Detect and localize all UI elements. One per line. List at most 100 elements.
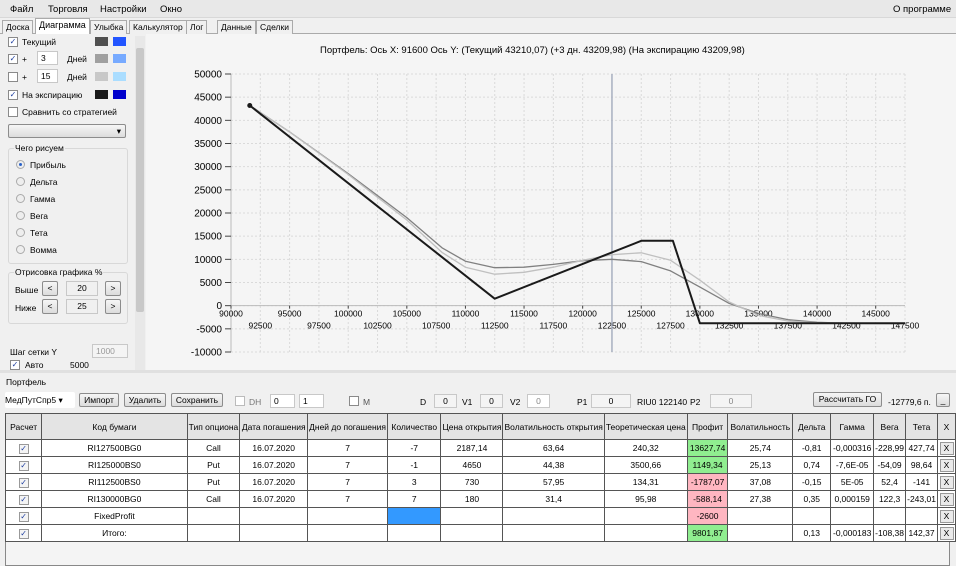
cell-vol[interactable]: 27,38	[727, 490, 794, 508]
cell-theta[interactable]: -243,01	[905, 490, 939, 508]
cell-theta[interactable]: 98,64	[905, 456, 939, 474]
cell-type[interactable]	[186, 507, 241, 525]
cell-vega[interactable]: -228,99	[873, 439, 907, 457]
cell-gamma[interactable]	[830, 507, 875, 525]
dh-checkbox[interactable]	[235, 396, 245, 406]
cell-code[interactable]: FixedProfit	[41, 507, 188, 525]
cell-code[interactable]: RI130000BG0	[41, 490, 188, 508]
cell-theo[interactable]: 240,32	[603, 439, 688, 457]
theo-header[interactable]: Теоретическая цена	[603, 413, 688, 440]
row-calc-checkbox[interactable]: ✓	[18, 477, 29, 488]
cell-theta[interactable]	[905, 507, 939, 525]
row-delete-button[interactable]: X	[939, 475, 954, 489]
cell-days[interactable]: 7	[307, 456, 389, 474]
cell-vol[interactable]: 25,13	[727, 456, 794, 474]
row-calc-checkbox[interactable]: ✓	[18, 511, 29, 522]
delete-button[interactable]: Удалить	[124, 393, 166, 407]
cell-vega[interactable]: 122,3	[873, 490, 907, 508]
cell-gamma[interactable]: -7,6E-05	[830, 456, 875, 474]
cell-profit[interactable]: 13627,74	[686, 439, 729, 457]
cell-vol_open[interactable]: 63,64	[502, 439, 605, 457]
cell-qty[interactable]: -1	[387, 456, 442, 474]
splitter[interactable]	[0, 370, 956, 373]
calc-go-button[interactable]: Рассчитать ГО	[813, 392, 882, 407]
delta-header[interactable]: Дельта	[792, 413, 832, 440]
cell-theta[interactable]: -141	[905, 473, 939, 491]
gamma-header[interactable]: Гамма	[830, 413, 875, 440]
strategy-select[interactable]: МедПутСпр5 ▾	[5, 392, 75, 408]
cell-vega[interactable]: 52,4	[873, 473, 907, 491]
cell-days[interactable]: 7	[307, 490, 389, 508]
row-calc-checkbox[interactable]: ✓	[18, 528, 29, 539]
cell-qty[interactable]: 3	[387, 473, 442, 491]
qty-header[interactable]: Количество	[387, 413, 442, 440]
cell-date[interactable]: 16.07.2020	[239, 490, 309, 508]
cell-profit[interactable]: 1149,34	[686, 456, 729, 474]
cell-price[interactable]: 2187,14	[440, 439, 504, 457]
v2-input[interactable]: 0	[527, 394, 550, 408]
cell-theta[interactable]: 142,37	[905, 524, 939, 542]
delete-header[interactable]: X	[937, 413, 956, 440]
cell-qty[interactable]: -7	[387, 439, 442, 457]
cell-type[interactable]: Call	[186, 439, 241, 457]
cell-vol_open[interactable]	[502, 524, 605, 542]
cell-price[interactable]	[440, 524, 504, 542]
cell-qty[interactable]: 7	[387, 490, 442, 508]
row-calc-checkbox[interactable]: ✓	[18, 494, 29, 505]
v1-input[interactable]: 0	[480, 394, 503, 408]
cell-profit[interactable]: -2600	[686, 507, 729, 525]
cell-gamma[interactable]: -0,000183	[830, 524, 875, 542]
cell-date[interactable]: 16.07.2020	[239, 473, 309, 491]
cell-vol[interactable]	[727, 507, 794, 525]
cell-type[interactable]	[186, 524, 241, 542]
cell-code[interactable]: RI112500BS0	[41, 473, 188, 491]
cell-vega[interactable]	[873, 507, 907, 525]
cell-days[interactable]: 7	[307, 473, 389, 491]
price-header[interactable]: Цена открытия	[440, 413, 504, 440]
cell-theo[interactable]	[603, 507, 688, 525]
vol-open-header[interactable]: Волатильность открытия	[502, 413, 605, 440]
days-header[interactable]: Дней до погашения	[307, 413, 389, 440]
cell-vol_open[interactable]: 31,4	[502, 490, 605, 508]
code-header[interactable]: Код бумаги	[41, 413, 188, 440]
cell-date[interactable]: 16.07.2020	[239, 439, 309, 457]
cell-gamma[interactable]: -0,000316	[830, 439, 875, 457]
cell-delta[interactable]: 0,13	[792, 524, 832, 542]
cell-date[interactable]	[239, 524, 309, 542]
cell-delta[interactable]: 0,74	[792, 456, 832, 474]
row-calc-checkbox[interactable]: ✓	[18, 460, 29, 471]
cell-delta[interactable]: -0,81	[792, 439, 832, 457]
row-delete-button[interactable]: X	[939, 509, 954, 523]
cell-price[interactable]: 4650	[440, 456, 504, 474]
theta-header[interactable]: Тета	[905, 413, 939, 440]
cell-type[interactable]: Put	[186, 473, 241, 491]
dh-spinner-1[interactable]: 0	[270, 394, 295, 408]
cell-days[interactable]	[307, 524, 389, 542]
table-row[interactable]: ✓ RI127500BG0 Call 16.07.2020 7 -7 2187,14 63,6…	[4, 439, 956, 457]
cell-price[interactable]	[440, 507, 504, 525]
cell-theo[interactable]: 95,98	[603, 490, 688, 508]
row-delete-button[interactable]: X	[939, 526, 954, 540]
table-row[interactable]: ✓ RI112500BS0 Put 16.07.2020 7 3 730 57,95 134,3…	[4, 473, 956, 491]
dh-spinner-2[interactable]: 1	[299, 394, 324, 408]
cell-date[interactable]: 16.07.2020	[239, 456, 309, 474]
calc-header[interactable]: Расчет	[4, 413, 43, 440]
row-delete-button[interactable]: X	[939, 458, 954, 472]
cell-days[interactable]: 7	[307, 439, 389, 457]
vol-header[interactable]: Волатильность	[727, 413, 794, 440]
p2-input[interactable]: 0	[710, 394, 752, 408]
cell-vol_open[interactable]: 57,95	[502, 473, 605, 491]
cell-profit[interactable]: 9801,87	[686, 524, 729, 542]
cell-gamma[interactable]: 0,000159	[830, 490, 875, 508]
type-header[interactable]: Тип опциона	[186, 413, 241, 440]
cell-vol_open[interactable]	[502, 507, 605, 525]
cell-delta[interactable]: 0,35	[792, 490, 832, 508]
cell-gamma[interactable]: 5E-05	[830, 473, 875, 491]
cell-vega[interactable]: -54,09	[873, 456, 907, 474]
row-calc-checkbox[interactable]: ✓	[18, 443, 29, 454]
minimize-button[interactable]: _	[936, 393, 950, 407]
d-input[interactable]: 0	[434, 394, 457, 408]
row-delete-button[interactable]: X	[939, 441, 954, 455]
cell-profit[interactable]: -588,14	[686, 490, 729, 508]
payoff-chart[interactable]: 50000 45000 40000 35000 30000 25000 20000 15000…	[0, 0, 956, 372]
